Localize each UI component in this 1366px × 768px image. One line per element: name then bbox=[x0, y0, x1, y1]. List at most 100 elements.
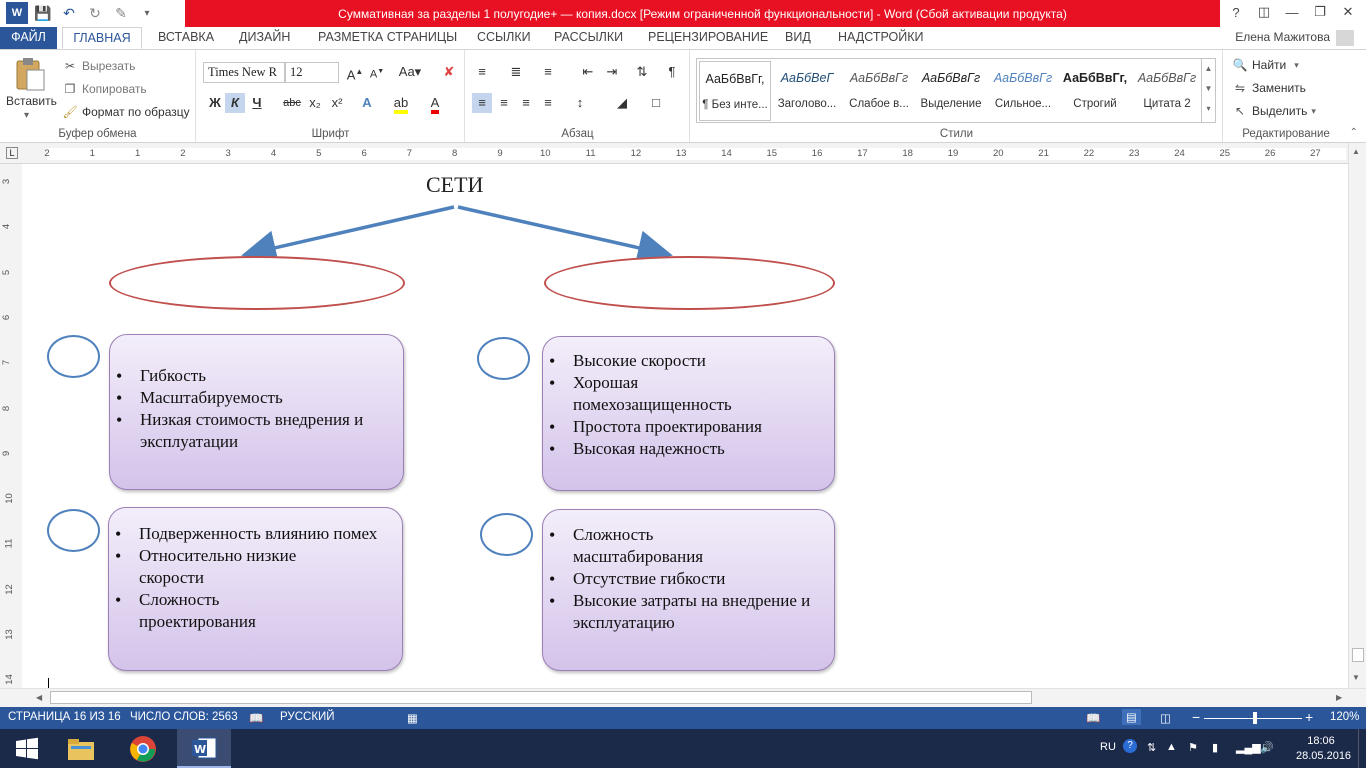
box-bottom-left[interactable]: Подверженность влиянию помех Относительн… bbox=[108, 507, 403, 671]
format-painter-button[interactable]: 🖌 Формат по образцу bbox=[62, 104, 189, 120]
scroll-up-icon[interactable]: ▲ bbox=[1352, 147, 1360, 156]
sort-icon[interactable]: ⇅ bbox=[632, 62, 652, 82]
zoom-in-button[interactable]: + bbox=[1305, 709, 1313, 725]
align-left-icon[interactable]: ≡ bbox=[472, 93, 492, 113]
language-status[interactable]: РУССКИЙ bbox=[280, 711, 335, 723]
bullets-icon[interactable]: ≡ bbox=[472, 62, 492, 82]
font-name-field[interactable]: Times New R bbox=[203, 62, 285, 83]
format-painter-qa-icon[interactable]: ✎ bbox=[110, 2, 132, 24]
ribbon-display-options-icon[interactable]: ◫ bbox=[1250, 0, 1278, 24]
style-subtle-emphasis[interactable]: АаБбВвГг Слабое в... bbox=[843, 61, 915, 121]
italic-button[interactable]: К bbox=[225, 93, 245, 113]
word-count[interactable]: ЧИСЛО СЛОВ: 2563 bbox=[130, 711, 238, 723]
decrease-indent-icon[interactable]: ⇤ bbox=[578, 62, 598, 82]
style-quote-2[interactable]: АаБбВвГг Цитата 2 bbox=[1131, 61, 1203, 121]
close-icon[interactable]: ✕ bbox=[1334, 0, 1362, 24]
file-explorer-button[interactable] bbox=[54, 729, 108, 768]
chrome-button[interactable] bbox=[116, 729, 170, 768]
read-mode-icon[interactable]: 📖 bbox=[1086, 711, 1100, 725]
help-button[interactable]: ? bbox=[1222, 0, 1250, 24]
page-count[interactable]: СТРАНИЦА 16 ИЗ 16 bbox=[8, 711, 121, 723]
tray-arrows-icon[interactable]: ⇅ bbox=[1147, 741, 1156, 754]
style-intense-emphasis[interactable]: АаБбВвГг Сильное... bbox=[987, 61, 1059, 121]
find-button[interactable]: 🔍 Найти ▾ bbox=[1232, 57, 1299, 73]
align-center-icon[interactable]: ≡ bbox=[494, 93, 514, 113]
show-hidden-icons[interactable]: ▲ bbox=[1166, 741, 1177, 753]
line-spacing-icon[interactable]: ↕ bbox=[570, 93, 590, 113]
help-tray-icon[interactable]: ? bbox=[1123, 739, 1137, 753]
tab-mailings[interactable]: РАССЫЛКИ bbox=[548, 27, 629, 49]
tab-references[interactable]: ССЫЛКИ bbox=[471, 27, 537, 49]
justify-icon[interactable]: ≡ bbox=[538, 93, 558, 113]
vertical-scroll-thumb[interactable] bbox=[1352, 648, 1364, 662]
select-button[interactable]: ↖ Выделить ▾ bbox=[1232, 103, 1316, 119]
cut-button[interactable]: ✂ Вырезать bbox=[62, 58, 135, 74]
font-color-icon[interactable]: A bbox=[425, 93, 445, 114]
start-button[interactable] bbox=[0, 729, 54, 768]
zoom-slider-thumb[interactable] bbox=[1253, 712, 1257, 724]
macro-record-icon[interactable]: ▦ bbox=[407, 711, 418, 725]
subscript-button[interactable]: x₂ bbox=[305, 93, 325, 113]
word-taskbar-button[interactable]: W bbox=[177, 729, 231, 768]
replace-button[interactable]: ⇋ Заменить bbox=[1232, 80, 1306, 96]
borders-icon[interactable]: □ bbox=[646, 93, 666, 113]
network-signal-icon[interactable]: ▂▄▆ bbox=[1236, 741, 1261, 754]
paste-icon[interactable] bbox=[14, 56, 46, 92]
undo-icon[interactable]: ↶ bbox=[58, 2, 80, 24]
customize-qa-icon[interactable]: ▾ bbox=[136, 2, 158, 24]
tab-review[interactable]: РЕЦЕНЗИРОВАНИЕ bbox=[642, 27, 774, 49]
style-emphasis[interactable]: АаБбВвГг Выделение bbox=[915, 61, 987, 121]
style-no-spacing[interactable]: АаБбВвГг, ¶ Без инте... bbox=[699, 61, 771, 121]
minimize-icon[interactable]: — bbox=[1278, 0, 1306, 24]
action-center-flag-icon[interactable]: ⚑ bbox=[1188, 741, 1198, 754]
tab-view[interactable]: ВИД bbox=[779, 27, 817, 49]
paste-dropdown-icon[interactable]: ▾ bbox=[24, 110, 29, 121]
battery-icon[interactable]: ▮ bbox=[1212, 741, 1218, 754]
collapse-ribbon-icon[interactable]: ⌃ bbox=[1350, 127, 1358, 138]
grow-font-icon[interactable]: A▲ bbox=[345, 62, 365, 82]
show-desktop-button[interactable] bbox=[1358, 729, 1366, 768]
restore-icon[interactable]: ❐ bbox=[1306, 0, 1334, 24]
tab-home[interactable]: ГЛАВНАЯ bbox=[62, 27, 142, 49]
scroll-down-icon[interactable]: ▼ bbox=[1352, 673, 1360, 682]
user-account[interactable]: Елена Мажитова bbox=[1235, 30, 1330, 44]
scroll-left-icon[interactable]: ◀ bbox=[36, 693, 42, 702]
tab-layout[interactable]: РАЗМЕТКА СТРАНИЦЫ bbox=[312, 27, 463, 49]
marker-circle-br[interactable] bbox=[480, 513, 533, 556]
superscript-button[interactable]: x² bbox=[327, 93, 347, 113]
style-heading[interactable]: АаБбВеГ Заголово... bbox=[771, 61, 843, 121]
paste-button[interactable]: Вставить bbox=[6, 94, 57, 108]
user-avatar[interactable] bbox=[1336, 30, 1354, 46]
clear-formatting-icon[interactable]: ✘ bbox=[439, 62, 459, 82]
document-page[interactable]: СЕТИ Гибкость Масштабируемость Низкая ст… bbox=[22, 164, 1348, 688]
tab-file[interactable]: ФАЙЛ bbox=[0, 27, 57, 49]
proofing-icon[interactable]: 📖 bbox=[249, 711, 263, 725]
show-marks-icon[interactable]: ¶ bbox=[662, 62, 682, 82]
font-size-field[interactable]: 12 bbox=[285, 62, 339, 83]
vertical-scrollbar[interactable]: ▲ ▼ bbox=[1348, 143, 1366, 688]
category-oval-left[interactable] bbox=[109, 256, 405, 310]
copy-button[interactable]: ❐ Копировать bbox=[62, 81, 147, 97]
multilevel-list-icon[interactable]: ≡ bbox=[538, 62, 558, 82]
style-strong[interactable]: АаБбВвГг, Строгий bbox=[1059, 61, 1131, 121]
marker-circle-bl[interactable] bbox=[47, 509, 100, 552]
marker-circle-tl[interactable] bbox=[47, 335, 100, 378]
save-icon[interactable]: 💾 bbox=[32, 2, 54, 24]
category-oval-right[interactable] bbox=[544, 256, 835, 310]
tab-selector-icon[interactable]: L bbox=[6, 147, 18, 159]
tab-design[interactable]: ДИЗАЙН bbox=[233, 27, 296, 49]
word-app-icon[interactable]: W bbox=[6, 2, 28, 24]
styles-scroll-icon[interactable]: ▲ ▼ ▾ bbox=[1201, 59, 1215, 122]
zoom-out-button[interactable]: − bbox=[1192, 709, 1200, 725]
redo-icon[interactable]: ↻ bbox=[84, 2, 106, 24]
tab-addins[interactable]: НАДСТРОЙКИ bbox=[832, 27, 930, 49]
input-language[interactable]: RU bbox=[1100, 741, 1116, 753]
change-case-icon[interactable]: Aa▾ bbox=[395, 62, 425, 82]
numbering-icon[interactable]: ≣ bbox=[506, 62, 526, 82]
box-top-left[interactable]: Гибкость Масштабируемость Низкая стоимос… bbox=[109, 334, 404, 490]
horizontal-scrollbar[interactable]: ◀ ▶ bbox=[0, 688, 1366, 707]
web-layout-icon[interactable]: ◫ bbox=[1160, 711, 1171, 725]
shrink-font-icon[interactable]: A▼ bbox=[367, 62, 387, 82]
text-effects-icon[interactable]: A bbox=[357, 93, 377, 113]
highlight-icon[interactable]: ab bbox=[391, 93, 411, 114]
